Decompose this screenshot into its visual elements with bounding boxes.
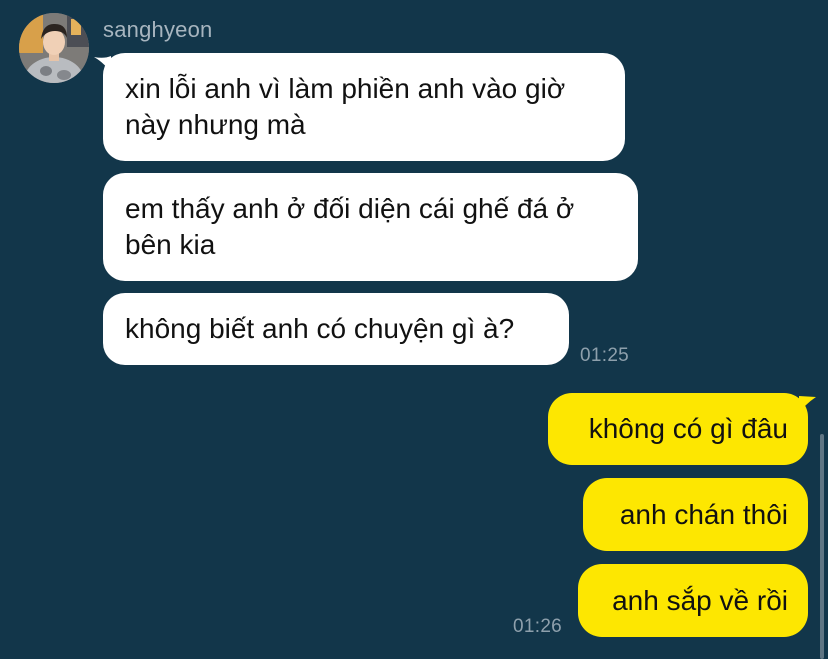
outgoing-message-bubble[interactable]: anh sắp về rồi xyxy=(578,564,808,637)
incoming-message-bubble[interactable]: không biết anh có chuyện gì à? xyxy=(103,293,569,365)
message-text: anh chán thôi xyxy=(619,499,788,530)
outgoing-bubble-tail xyxy=(799,396,816,414)
contact-name: sanghyeon xyxy=(103,17,213,42)
outgoing-message-bubble[interactable]: anh chán thôi xyxy=(583,478,808,551)
message-text-line: bên kia xyxy=(125,229,216,260)
message-timestamp: 01:25 xyxy=(580,345,630,366)
message-text-line: này nhưng mà xyxy=(125,109,306,140)
message-timestamp: 01:26 xyxy=(513,616,563,637)
message-text-line: xin lỗi anh vì làm phiền anh vào giờ xyxy=(125,73,566,104)
incoming-message-bubble[interactable]: em thấy anh ở đối diện cái ghế đá ở bên … xyxy=(103,173,638,281)
chat-conversation: sanghyeon xin lỗi anh vì làm phiền anh v… xyxy=(0,0,828,659)
message-text: anh sắp về rồi xyxy=(612,585,788,616)
message-text-line: em thấy anh ở đối diện cái ghế đá ở xyxy=(125,193,575,224)
message-text: không có gì đâu xyxy=(588,413,788,444)
person-photo-avatar-icon xyxy=(19,13,89,83)
incoming-message-bubble[interactable]: xin lỗi anh vì làm phiền anh vào giờ này… xyxy=(103,53,625,161)
contact-avatar[interactable] xyxy=(19,13,89,83)
chat-scrollbar[interactable] xyxy=(820,434,824,659)
outgoing-message-bubble[interactable]: không có gì đâu xyxy=(548,393,808,465)
incoming-bubble-tail xyxy=(94,56,111,74)
message-text-line: không biết anh có chuyện gì à? xyxy=(125,313,515,344)
